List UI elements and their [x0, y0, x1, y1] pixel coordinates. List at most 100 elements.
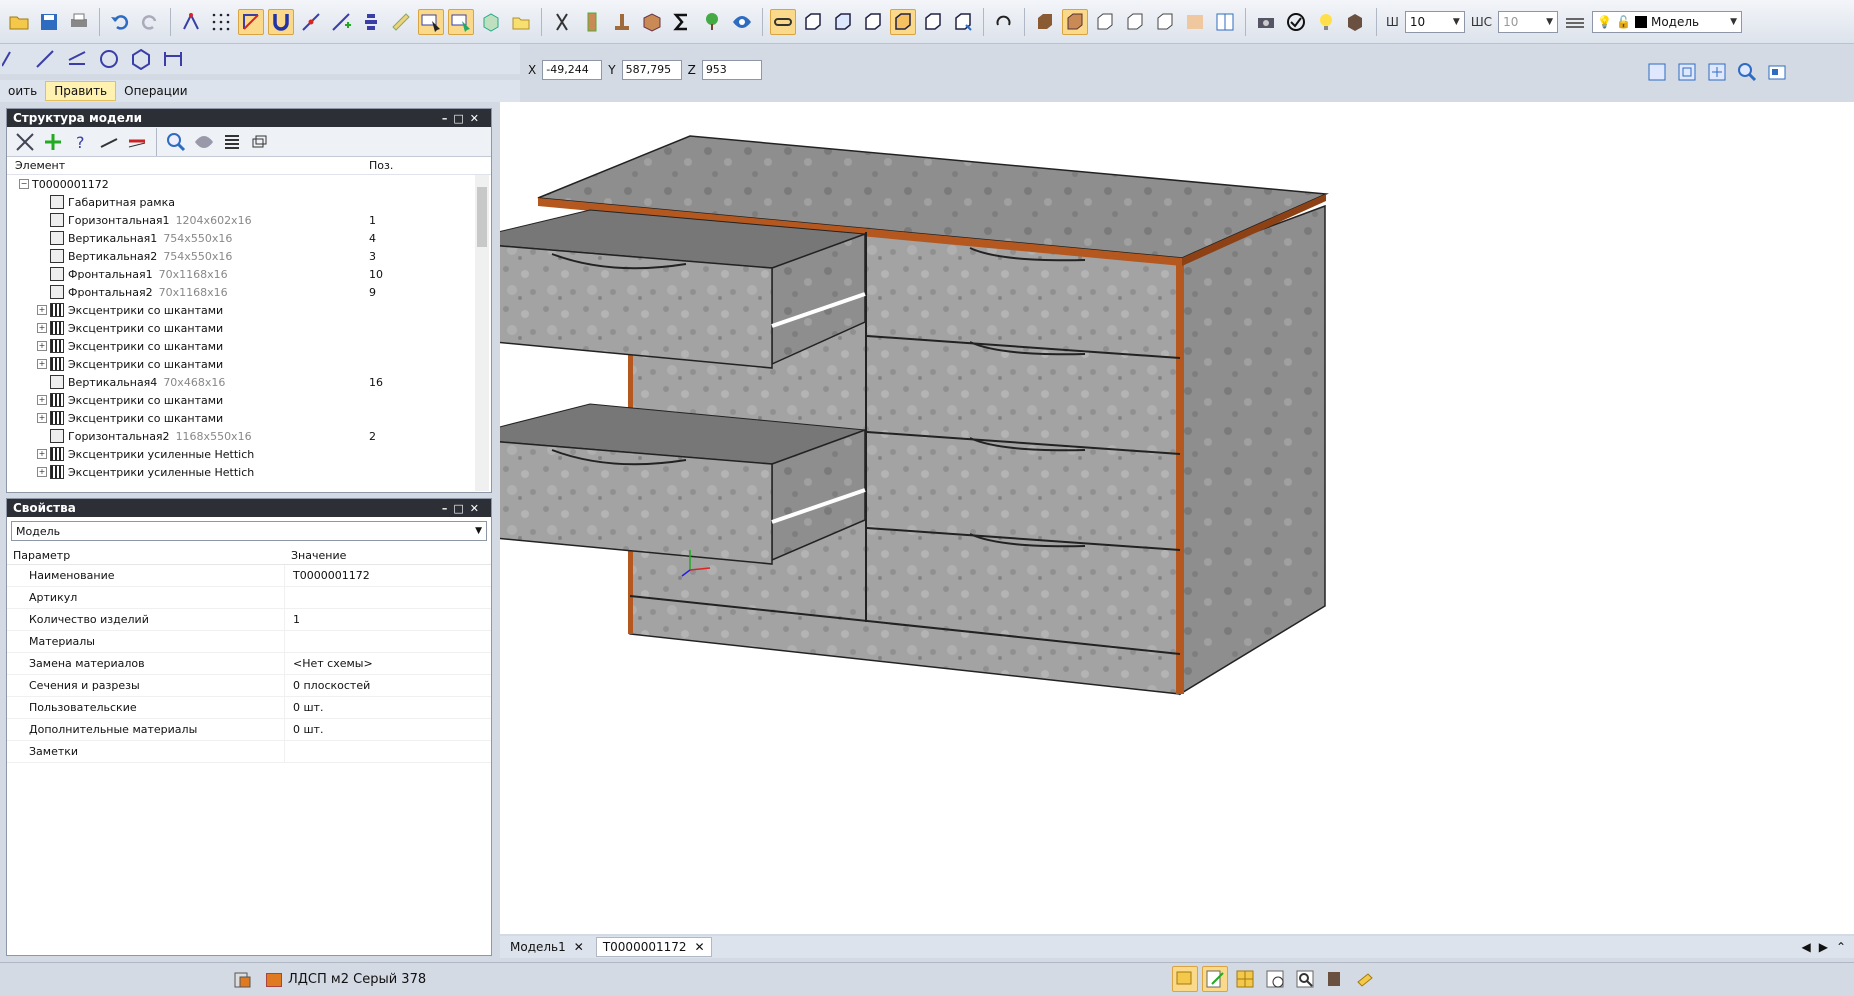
- property-row[interactable]: Сечения и разрезы 0 плоскостей: [7, 675, 491, 697]
- materials-icon[interactable]: [1322, 966, 1348, 992]
- preview-icon[interactable]: [1292, 966, 1318, 992]
- tree-item[interactable]: Фронтальная2 70x1168x16 9: [7, 283, 475, 301]
- folder-open-icon[interactable]: [6, 9, 32, 35]
- layers-icon[interactable]: [1562, 9, 1588, 35]
- snap-icon[interactable]: [238, 8, 264, 35]
- zoom-icon[interactable]: [1735, 60, 1759, 84]
- property-row[interactable]: Дополнительные материалы 0 шт.: [7, 719, 491, 741]
- tree-item[interactable]: + Эксцентрики со шкантами: [7, 409, 475, 427]
- scroll-right-icon[interactable]: ▶: [1819, 940, 1828, 954]
- node-icon[interactable]: [178, 9, 204, 35]
- property-row[interactable]: Артикул: [7, 587, 491, 609]
- view-cube-6-icon[interactable]: [950, 9, 976, 35]
- pan-icon[interactable]: [1765, 60, 1789, 84]
- align-icon[interactable]: [358, 9, 384, 35]
- assembly-icon[interactable]: [1172, 966, 1198, 992]
- tree-item[interactable]: + Эксцентрики со шкантами: [7, 391, 475, 409]
- tree-item[interactable]: + Эксцентрики со шкантами: [7, 319, 475, 337]
- property-row[interactable]: Заметки: [7, 741, 491, 763]
- panel-controls[interactable]: –□✕: [442, 112, 485, 125]
- view-cube-2-icon[interactable]: [830, 9, 856, 35]
- tree-item[interactable]: Вертикальная1 754x550x16 4: [7, 229, 475, 247]
- close-icon[interactable]: ✕: [695, 940, 705, 954]
- point-snap-icon[interactable]: [328, 9, 354, 35]
- zoom-extents-icon[interactable]: [1645, 60, 1669, 84]
- link-icon[interactable]: [770, 8, 796, 35]
- tab-operations[interactable]: Операции: [116, 82, 195, 100]
- eye-icon[interactable]: [729, 9, 755, 35]
- property-value[interactable]: T0000001172: [285, 569, 370, 582]
- wire-cube-1-icon[interactable]: [1092, 9, 1118, 35]
- expand-icon[interactable]: +: [37, 359, 47, 369]
- line-snap-icon[interactable]: [298, 9, 324, 35]
- polyline-icon[interactable]: [0, 46, 26, 72]
- z-coordinate-input[interactable]: 953: [701, 60, 762, 80]
- view-cube-4-icon[interactable]: [890, 8, 916, 35]
- select-plus-icon[interactable]: [448, 8, 474, 35]
- tree-item[interactable]: Фронтальная1 70x1168x16 10: [7, 265, 475, 283]
- dimension-icon[interactable]: [160, 46, 186, 72]
- collapse-up-icon[interactable]: ⌃: [1836, 940, 1846, 954]
- view-cube-5-icon[interactable]: [920, 9, 946, 35]
- magnet-icon[interactable]: [268, 8, 294, 35]
- split-view-icon[interactable]: [1212, 9, 1238, 35]
- x-coordinate-input[interactable]: -49,244: [542, 60, 603, 80]
- zoom-all-icon[interactable]: [1705, 60, 1729, 84]
- cut-icon[interactable]: [549, 9, 575, 35]
- expand-icon[interactable]: +: [37, 323, 47, 333]
- link-line-icon[interactable]: [97, 130, 121, 154]
- width-select[interactable]: 10 ▼: [1404, 10, 1465, 33]
- tree-icon[interactable]: [699, 9, 725, 35]
- copy-icon[interactable]: [478, 9, 504, 35]
- property-row[interactable]: Замена материалов <Нет схемы>: [7, 653, 491, 675]
- stand-icon[interactable]: [609, 9, 635, 35]
- property-row[interactable]: Количество изделий 1: [7, 609, 491, 631]
- wire-cube-2-icon[interactable]: [1122, 9, 1148, 35]
- property-value[interactable]: 0 плоскостей: [285, 679, 370, 692]
- tab-build[interactable]: оить: [0, 82, 45, 100]
- search-icon[interactable]: [164, 130, 188, 154]
- sum-icon[interactable]: [669, 9, 695, 35]
- properties-object-select[interactable]: Модель ▼: [11, 521, 487, 541]
- schedule-icon[interactable]: [1262, 966, 1288, 992]
- save-icon[interactable]: [36, 9, 62, 35]
- select-icon[interactable]: [418, 8, 444, 35]
- material-library-icon[interactable]: [230, 967, 256, 993]
- property-value[interactable]: 0 шт.: [285, 723, 323, 736]
- view-cube-1-icon[interactable]: [800, 9, 826, 35]
- shaded-icon[interactable]: [1182, 9, 1208, 35]
- grid-icon[interactable]: [208, 9, 234, 35]
- expand-icon[interactable]: +: [37, 413, 47, 423]
- tab-edit[interactable]: Править: [45, 81, 117, 101]
- tree-scrollbar[interactable]: [475, 175, 489, 491]
- layer-select[interactable]: 💡 🔓 Модель ▼: [1592, 10, 1743, 33]
- line-icon[interactable]: [32, 46, 58, 72]
- list-icon[interactable]: [220, 130, 244, 154]
- property-value[interactable]: 0 шт.: [285, 701, 323, 714]
- table-icon[interactable]: [1232, 966, 1258, 992]
- remove-icon[interactable]: [125, 130, 149, 154]
- panel-controls[interactable]: –□✕: [442, 502, 485, 515]
- tree-item[interactable]: Габаритная рамка: [7, 193, 475, 211]
- add-icon[interactable]: [41, 130, 65, 154]
- scrollbar-thumb[interactable]: [477, 187, 487, 247]
- property-value[interactable]: <Нет схемы>: [285, 657, 373, 670]
- solid-cube-icon[interactable]: [1062, 8, 1088, 35]
- ws-select[interactable]: 10 ▼: [1498, 10, 1559, 33]
- parallel-line-icon[interactable]: [64, 46, 90, 72]
- redo-icon[interactable]: [137, 9, 163, 35]
- zoom-window-icon[interactable]: [1675, 60, 1699, 84]
- tree-item[interactable]: Вертикальная2 754x550x16 3: [7, 247, 475, 265]
- 3d-viewport[interactable]: [500, 102, 1854, 934]
- tree-item[interactable]: + Эксцентрики усиленные Hettich: [7, 445, 475, 463]
- view-cube-3-icon[interactable]: [860, 9, 886, 35]
- expand-icon[interactable]: +: [37, 449, 47, 459]
- polygon-icon[interactable]: [128, 46, 154, 72]
- expand-icon[interactable]: +: [37, 341, 47, 351]
- tree-item[interactable]: + Эксцентрики со шкантами: [7, 355, 475, 373]
- tree-item[interactable]: + Эксцентрики со шкантами: [7, 337, 475, 355]
- expand-icon[interactable]: +: [37, 305, 47, 315]
- box-icon[interactable]: [639, 9, 665, 35]
- undo-icon[interactable]: [107, 9, 133, 35]
- property-row[interactable]: Материалы: [7, 631, 491, 653]
